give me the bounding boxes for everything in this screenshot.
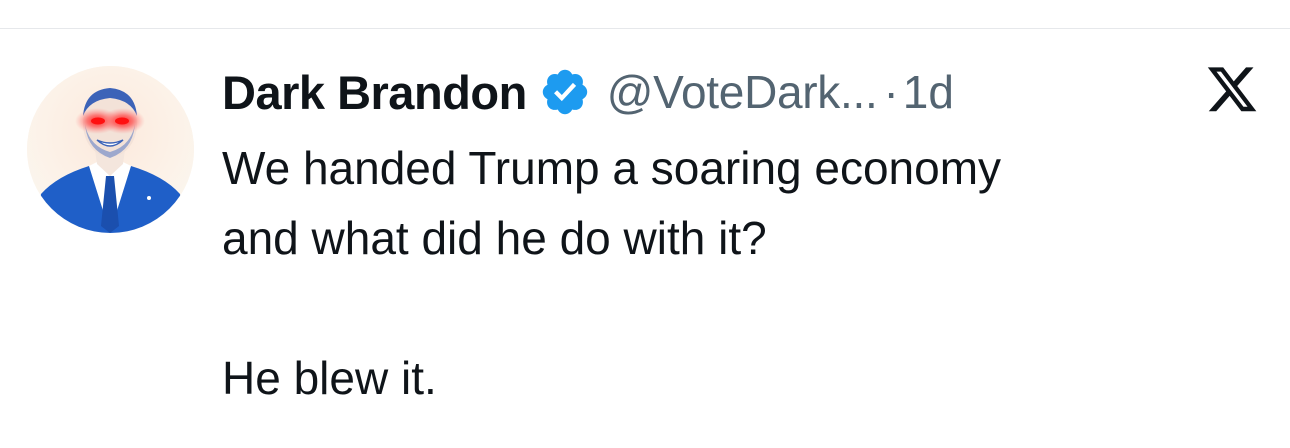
avatar[interactable] [27,66,194,233]
author-display-name[interactable]: Dark Brandon [222,65,527,120]
author-handle[interactable]: @VoteDark... [607,65,878,119]
tweet-header: Dark Brandon @VoteDark... · 1d [222,60,954,124]
x-logo-icon[interactable] [1205,66,1259,116]
tweet-text-line: He blew it. [222,352,437,404]
avatar-image [27,66,194,233]
tweet-text: We handed Trump a soaring economy and wh… [222,133,1262,413]
tweet-text-line: and what did he do with it? [222,212,767,264]
tweet-text-line: We handed Trump a soaring economy [222,142,1002,194]
separator-dot: · [883,66,899,118]
top-divider [0,28,1290,29]
verified-badge-icon [539,66,591,118]
tweet-timestamp[interactable]: 1d [903,65,954,119]
